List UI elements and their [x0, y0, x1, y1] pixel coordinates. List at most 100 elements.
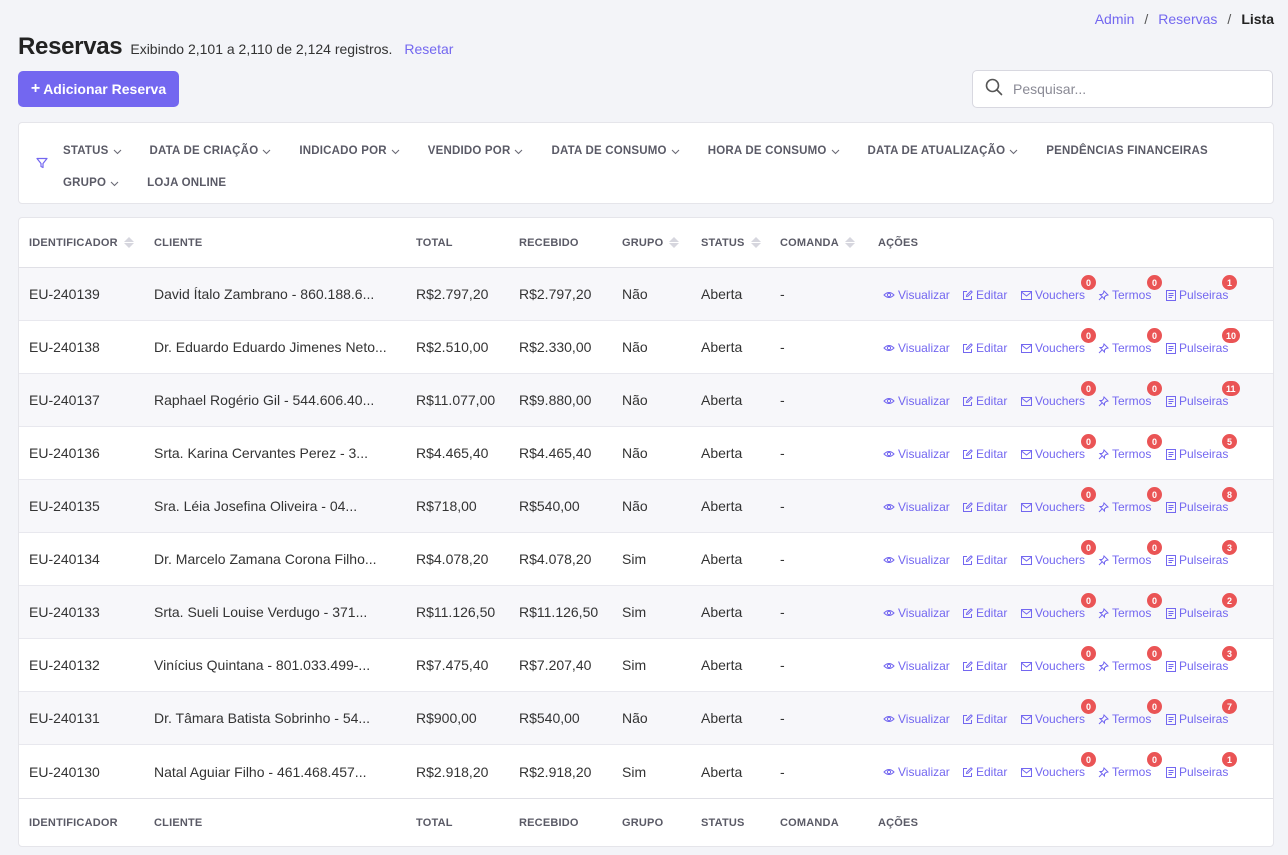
view-label: Visualizar	[898, 288, 950, 302]
add-reservation-button[interactable]: + Adicionar Reserva	[18, 71, 179, 107]
vouchers-action[interactable]: Vouchers 0	[1021, 434, 1096, 461]
terms-action[interactable]: Termos 0	[1098, 752, 1162, 779]
terms-action[interactable]: Termos 0	[1098, 328, 1162, 355]
bracelets-action[interactable]: Pulseiras 2	[1166, 593, 1237, 620]
bracelets-label: Pulseiras	[1179, 765, 1229, 779]
bracelets-action[interactable]: Pulseiras 5	[1166, 434, 1237, 461]
bracelets-action[interactable]: Pulseiras 8	[1166, 487, 1237, 514]
terms-action[interactable]: Termos 0	[1098, 699, 1162, 726]
edit-action[interactable]: Editar	[962, 659, 1007, 673]
bracelets-action[interactable]: Pulseiras 11	[1166, 381, 1240, 408]
table-row: EU-240136 Srta. Karina Cervantes Perez - …	[19, 427, 1273, 480]
vouchers-action[interactable]: Vouchers 0	[1021, 540, 1096, 567]
sort-icon[interactable]	[123, 237, 134, 248]
chevron-down-icon	[262, 148, 271, 155]
view-action[interactable]: Visualizar	[883, 712, 950, 726]
table-row: EU-240137 Raphael Rogério Gil - 544.606.4…	[19, 374, 1273, 427]
vouchers-action[interactable]: Vouchers 0	[1021, 328, 1096, 355]
vouchers-count-badge: 0	[1081, 699, 1096, 714]
bracelets-action[interactable]: Pulseiras 10	[1166, 328, 1241, 355]
cell-total: R$718,00	[416, 498, 477, 514]
vouchers-action[interactable]: Vouchers 0	[1021, 593, 1096, 620]
edit-action[interactable]: Editar	[962, 394, 1007, 408]
terms-action[interactable]: Termos 0	[1098, 487, 1162, 514]
filter-1[interactable]: DATA DE CRIAÇÃO	[150, 135, 272, 167]
vouchers-action[interactable]: Vouchers 0	[1021, 699, 1096, 726]
cell-comanda: -	[780, 763, 785, 780]
breadcrumb-reservas[interactable]: Reservas	[1158, 11, 1217, 27]
edit-action[interactable]: Editar	[962, 553, 1007, 567]
terms-action[interactable]: Termos 0	[1098, 434, 1162, 461]
filter-icon[interactable]	[36, 156, 48, 174]
reset-link[interactable]: Resetar	[404, 41, 453, 57]
bracelets-label: Pulseiras	[1179, 341, 1229, 355]
vouchers-action[interactable]: Vouchers 0	[1021, 646, 1096, 673]
filter-0[interactable]: STATUS	[63, 135, 122, 167]
vouchers-label: Vouchers	[1035, 288, 1086, 302]
edit-action[interactable]: Editar	[962, 765, 1007, 779]
terms-action[interactable]: Termos 0	[1098, 646, 1162, 673]
view-action[interactable]: Visualizar	[883, 288, 950, 302]
vouchers-action[interactable]: Vouchers 0	[1021, 752, 1096, 779]
vouchers-action[interactable]: Vouchers 0	[1021, 381, 1096, 408]
bracelets-count-badge: 5	[1222, 434, 1237, 449]
mail-icon	[1021, 661, 1032, 671]
cell-group: Não	[622, 286, 648, 302]
filter-5[interactable]: HORA DE CONSUMO	[708, 135, 840, 167]
view-action[interactable]: Visualizar	[883, 394, 950, 408]
view-action[interactable]: Visualizar	[883, 553, 950, 567]
edit-action[interactable]: Editar	[962, 606, 1007, 620]
filter-8[interactable]: GRUPO	[63, 167, 119, 199]
edit-action[interactable]: Editar	[962, 447, 1007, 461]
cell-group: Sim	[622, 551, 647, 567]
view-label: Visualizar	[898, 712, 950, 726]
filter-7[interactable]: PENDÊNCIAS FINANCEIRAS	[1046, 135, 1208, 167]
terms-label: Termos	[1112, 288, 1152, 302]
view-action[interactable]: Visualizar	[883, 500, 950, 514]
cell-id: EU-240134	[29, 551, 100, 567]
view-action[interactable]: Visualizar	[883, 606, 950, 620]
filter-4[interactable]: DATA DE CONSUMO	[551, 135, 680, 167]
column-header-status[interactable]: STATUS	[701, 237, 761, 249]
edit-action[interactable]: Editar	[962, 341, 1007, 355]
filter-label: DATA DE ATUALIZAÇÃO	[867, 145, 1006, 157]
filter-3[interactable]: VENDIDO POR	[428, 135, 524, 167]
bracelets-action[interactable]: Pulseiras 3	[1166, 646, 1237, 673]
terms-action[interactable]: Termos 0	[1098, 381, 1162, 408]
bracelets-action[interactable]: Pulseiras 1	[1166, 752, 1237, 779]
document-icon	[1166, 766, 1176, 778]
cell-comanda: -	[780, 445, 785, 461]
vouchers-count-badge: 0	[1081, 646, 1096, 661]
bracelets-action[interactable]: Pulseiras 7	[1166, 699, 1237, 726]
terms-action[interactable]: Termos 0	[1098, 540, 1162, 567]
view-action[interactable]: Visualizar	[883, 765, 950, 779]
view-action[interactable]: Visualizar	[883, 447, 950, 461]
sort-icon[interactable]	[750, 237, 761, 248]
sort-icon[interactable]	[669, 237, 680, 248]
search-box[interactable]	[972, 70, 1273, 108]
vouchers-count-badge: 0	[1081, 328, 1096, 343]
terms-action[interactable]: Termos 0	[1098, 593, 1162, 620]
view-action[interactable]: Visualizar	[883, 341, 950, 355]
filter-6[interactable]: DATA DE ATUALIZAÇÃO	[868, 135, 1019, 167]
column-header-id[interactable]: IDENTIFICADOR	[29, 237, 134, 249]
vouchers-action[interactable]: Vouchers 0	[1021, 275, 1096, 302]
column-header-label: TOTAL	[416, 236, 453, 249]
view-label: Visualizar	[898, 553, 950, 567]
column-header-comanda[interactable]: COMANDA	[780, 237, 855, 249]
filter-2[interactable]: INDICADO POR	[299, 135, 400, 167]
filter-9[interactable]: LOJA ONLINE	[147, 167, 226, 199]
edit-action[interactable]: Editar	[962, 288, 1007, 302]
column-header-group[interactable]: GRUPO	[622, 237, 680, 249]
sort-icon[interactable]	[844, 237, 855, 248]
edit-action[interactable]: Editar	[962, 500, 1007, 514]
bracelets-action[interactable]: Pulseiras 3	[1166, 540, 1237, 567]
terms-action[interactable]: Termos 0	[1098, 275, 1162, 302]
view-action[interactable]: Visualizar	[883, 659, 950, 673]
breadcrumb-admin[interactable]: Admin	[1095, 11, 1135, 27]
edit-action[interactable]: Editar	[962, 712, 1007, 726]
pin-icon	[1098, 766, 1109, 778]
search-input[interactable]	[1013, 81, 1272, 97]
vouchers-action[interactable]: Vouchers 0	[1021, 487, 1096, 514]
bracelets-action[interactable]: Pulseiras 1	[1166, 275, 1237, 302]
